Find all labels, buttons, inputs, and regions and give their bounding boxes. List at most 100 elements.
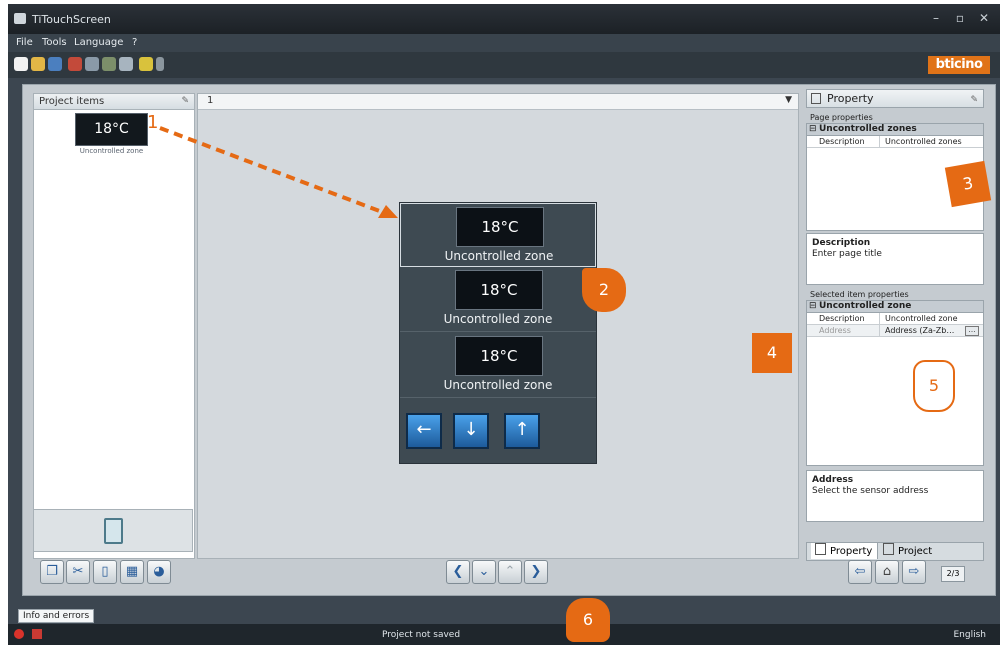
- menu-bar: File Tools Language ?: [8, 34, 1000, 52]
- up-arrow-button[interactable]: ↑: [504, 413, 540, 449]
- save-icon[interactable]: [48, 57, 62, 71]
- property-title: Property: [827, 92, 874, 105]
- zone-slot[interactable]: 18°C Uncontrolled zone: [400, 203, 596, 267]
- callout-6: 6: [566, 598, 610, 642]
- page-properties-label: Page properties: [810, 113, 873, 122]
- settings-icon[interactable]: [119, 57, 133, 71]
- selected-address-row[interactable]: Address Address (Za-Zb… …: [807, 325, 983, 337]
- callout-2: 2: [582, 268, 626, 312]
- nav-left-button[interactable]: ❮: [446, 560, 470, 584]
- collapse-icon[interactable]: ⊟: [809, 124, 817, 135]
- receive-icon[interactable]: [85, 57, 99, 71]
- zone-label: Uncontrolled zone: [443, 312, 553, 326]
- touchscreen-preview: 18°C Uncontrolled zone 18°C Uncontrolled…: [399, 202, 597, 464]
- row-value[interactable]: Uncontrolled zone: [885, 313, 958, 324]
- app-icon: [14, 13, 26, 24]
- page-number: 1: [207, 95, 214, 106]
- row-key: Description: [819, 136, 880, 147]
- description-help: Description Enter page title: [806, 233, 984, 285]
- zone-thumbnail-caption: Uncontrolled zone: [79, 147, 144, 155]
- nav-right-button[interactable]: ❯: [524, 560, 548, 584]
- home-button[interactable]: ⌂: [875, 560, 899, 584]
- zone-thumbnail[interactable]: 18°C: [75, 113, 148, 146]
- zone-label: Uncontrolled zone: [443, 378, 553, 392]
- zone-label: Uncontrolled zone: [444, 249, 554, 263]
- minimize-icon[interactable]: –: [926, 11, 946, 25]
- palette-button[interactable]: ◕: [147, 560, 171, 584]
- pin-icon[interactable]: ✎: [970, 92, 978, 109]
- row-value[interactable]: Uncontrolled zones: [885, 136, 962, 147]
- chevron-down-icon[interactable]: ▼: [785, 95, 792, 105]
- window-title: TiTouchScreen: [32, 13, 111, 26]
- project-items-panel: Project items ✎ 18°C Uncontrolled zone: [33, 93, 195, 559]
- trash-icon[interactable]: [104, 518, 123, 544]
- language-indicator: English: [953, 630, 987, 640]
- callout-1: 1: [147, 112, 159, 133]
- collapse-icon[interactable]: ⊟: [809, 301, 817, 312]
- workspace: Project items ✎ 18°C Uncontrolled zone 1…: [22, 84, 996, 596]
- menu-tools[interactable]: Tools: [42, 37, 67, 48]
- trash-area[interactable]: [33, 509, 193, 552]
- page-selector[interactable]: 1 ▼: [198, 94, 798, 110]
- menu-language[interactable]: Language: [74, 37, 123, 48]
- info-bar: Info and errors: [8, 608, 1000, 624]
- down-arrow-button[interactable]: ↓: [453, 413, 489, 449]
- nav-up-button[interactable]: ⌃: [498, 560, 522, 584]
- row-key: Description: [819, 313, 880, 324]
- callout-4: 4: [752, 333, 792, 373]
- palette-icon[interactable]: [139, 57, 153, 71]
- menu-file[interactable]: File: [16, 37, 33, 48]
- tools-icon[interactable]: [102, 57, 116, 71]
- project-icon: [883, 543, 894, 555]
- toolbar: bticino: [8, 52, 1000, 78]
- new-file-icon[interactable]: [14, 57, 28, 71]
- tab-project-label: Project: [898, 546, 933, 557]
- transfer-icon[interactable]: [68, 57, 82, 71]
- info-errors-tab[interactable]: Info and errors: [18, 609, 95, 623]
- nav-down-button[interactable]: ⌄: [472, 560, 496, 584]
- description-help-title: Description: [812, 238, 871, 248]
- tab-project[interactable]: Project: [883, 543, 932, 560]
- title-bar: TiTouchScreen – ▫ ✕: [8, 4, 1000, 34]
- zone-temperature: 18°C: [456, 207, 544, 247]
- description-help-text: Enter page title: [812, 249, 882, 259]
- paste-button[interactable]: ▯: [93, 560, 117, 584]
- property-icon: [815, 543, 826, 555]
- warning-icon: [32, 629, 42, 639]
- status-text: Project not saved: [382, 630, 461, 640]
- browse-button[interactable]: …: [965, 326, 979, 336]
- cut-button[interactable]: ✂: [66, 560, 90, 584]
- selected-group-title: Uncontrolled zone: [819, 301, 912, 311]
- page-properties-group: ⊟ Uncontrolled zones: [807, 124, 983, 136]
- open-folder-icon[interactable]: [31, 57, 45, 71]
- callout-3: 3: [944, 160, 992, 208]
- maximize-icon[interactable]: ▫: [950, 11, 970, 25]
- grid-button[interactable]: ▦: [120, 560, 144, 584]
- zone-temperature: 18°C: [455, 270, 543, 310]
- zone-slot[interactable]: 18°C Uncontrolled zone: [400, 267, 596, 332]
- menu-help[interactable]: ?: [132, 37, 137, 48]
- row-value[interactable]: Address (Za-Zb…: [885, 325, 954, 336]
- address-help: Address Select the sensor address: [806, 470, 984, 522]
- canvas-panel: 1 ▼ 18°C Uncontrolled zone 18°C Uncontro…: [197, 93, 799, 559]
- address-help-title: Address: [812, 475, 854, 485]
- row-key: Address: [819, 325, 880, 336]
- close-icon[interactable]: ✕: [974, 11, 994, 25]
- page-description-row[interactable]: Description Uncontrolled zones: [807, 136, 983, 148]
- prev-page-button[interactable]: ⇦: [848, 560, 872, 584]
- dropdown-arrow-icon[interactable]: [156, 57, 164, 71]
- property-icon: [811, 93, 821, 104]
- selected-description-row[interactable]: Description Uncontrolled zone: [807, 313, 983, 325]
- back-arrow-button[interactable]: ←: [406, 413, 442, 449]
- next-page-button[interactable]: ⇨: [902, 560, 926, 584]
- page-group-title: Uncontrolled zones: [819, 124, 917, 134]
- pin-icon[interactable]: ✎: [181, 94, 189, 109]
- tab-property[interactable]: Property: [811, 543, 878, 559]
- selected-item-group: ⊟ Uncontrolled zone: [807, 301, 983, 313]
- copy-button[interactable]: ❐: [40, 560, 64, 584]
- address-help-text: Select the sensor address: [812, 486, 929, 496]
- page-counter: 2/3: [941, 566, 965, 582]
- zone-slot[interactable]: 18°C Uncontrolled zone: [400, 333, 596, 398]
- property-header: Property ✎: [806, 89, 984, 108]
- tab-property-label: Property: [830, 546, 873, 557]
